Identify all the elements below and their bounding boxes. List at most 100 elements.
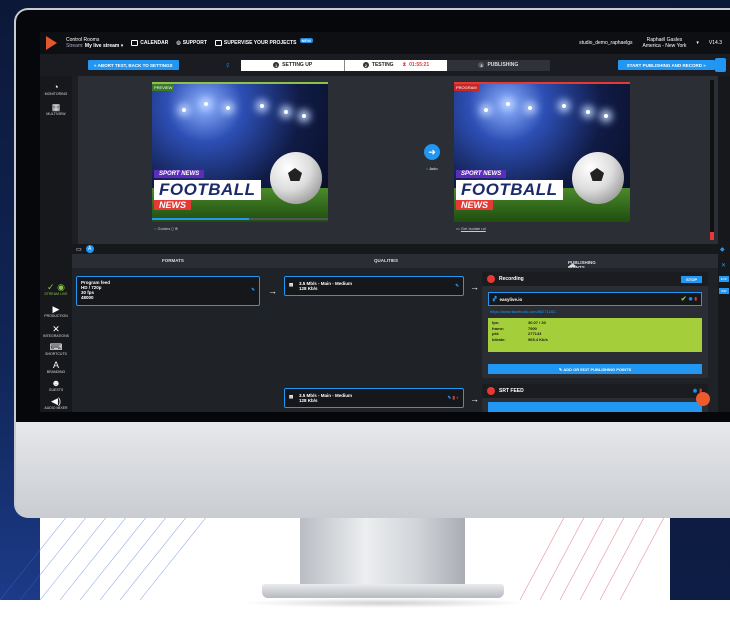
- chevron-down-icon: ▾: [120, 43, 124, 49]
- support-button[interactable]: ◎ SUPPORT: [176, 40, 207, 46]
- publishing-panel: Program feed HD / 720p 30 fps 48000 ✎ → …: [72, 268, 718, 412]
- eye-icon[interactable]: ◉: [689, 296, 693, 302]
- step-publishing[interactable]: 3 PUBLISHING: [446, 59, 550, 71]
- sidebar-item-label: AUDIO MIXER: [44, 406, 68, 410]
- qualities-header: QUALITIES: [374, 258, 399, 263]
- edit-icon[interactable]: ✎: [447, 395, 451, 400]
- srt-bar: [488, 402, 702, 412]
- sidebar-item-monitoring[interactable]: ◔ MONITORING: [40, 82, 72, 96]
- recording-stats: fps: 30.07 / 30 frame: 7900 pkt: 277143 bit…: [488, 318, 702, 352]
- toggle-icon[interactable]: ◐: [456, 395, 459, 400]
- stop-button[interactable]: STOP: [681, 275, 702, 283]
- monitor-stand: [300, 518, 465, 590]
- stat-key: bitrate:: [492, 336, 506, 342]
- sidebar-item-audio-mixer[interactable]: ◀) AUDIO MIXER: [40, 396, 72, 410]
- audio-meter: [710, 80, 714, 240]
- arrow-right-icon: →: [470, 394, 479, 404]
- step-testing[interactable]: 2 TESTING ⧗ 01:55:21: [344, 59, 447, 71]
- sidebar-item-shortcuts[interactable]: ⌨ SHORTCUTS: [40, 342, 72, 356]
- monitor-chin: [16, 422, 730, 518]
- import-button[interactable]: IMP.: [719, 288, 729, 294]
- studio-selector[interactable]: studio_demo_raphaelgs: [579, 40, 632, 46]
- step-label: TESTING: [371, 62, 394, 68]
- new-badge: NEW: [299, 37, 313, 43]
- test-timer: 01:55:21: [409, 62, 430, 68]
- file-icon: ▤: [289, 282, 294, 287]
- sidebar-item-multiview[interactable]: ▦ MULTIVIEW: [40, 102, 72, 116]
- formats-header: FORMATS: [162, 258, 184, 263]
- keyboard-icon: ⌨: [49, 342, 63, 352]
- sidebar-item-label: SHORTCUTS: [45, 352, 67, 356]
- add-publishing-points-button[interactable]: ✎ ADD OR EDIT PUBLISHING POINTS: [488, 364, 702, 374]
- top-bar: Control Rooms Stream: My live stream ▾ C…: [40, 32, 730, 54]
- help-fab-button[interactable]: [696, 392, 710, 406]
- logo-icon: ▞: [493, 296, 497, 301]
- program-monitor[interactable]: PROGRAM SPORT NEWS FOOTBALL NEWS: [454, 82, 630, 222]
- format-card[interactable]: Program feed HD / 720p 30 fps 48000 ✎: [76, 276, 260, 306]
- publishing-point-recording: Recording STOP ▞ easylive.io ✔ ◉ ▮ https:…: [482, 272, 708, 378]
- close-icon[interactable]: ✕: [721, 262, 726, 269]
- collapse-handle[interactable]: [72, 76, 78, 244]
- sidebar-item-stream-live[interactable]: ✓ ◉ STREAM LIVE: [40, 282, 72, 296]
- guides-toggle[interactable]: ◐ Guides ▯ ⊕: [154, 226, 178, 231]
- calendar-button[interactable]: CALENDAR: [131, 40, 168, 46]
- app-logo-icon[interactable]: [46, 36, 58, 50]
- dashboard-icon: [214, 40, 222, 46]
- sidebar-item-branding[interactable]: A BRANDING: [40, 360, 72, 374]
- preview-monitor[interactable]: PREVIEW SPORT NEWS FOOTBALL NEWS: [152, 82, 328, 222]
- camera-icon: ▶: [52, 304, 60, 314]
- edit-icon[interactable]: ✎: [251, 287, 255, 292]
- stream-name: My live stream: [84, 43, 120, 49]
- sidebar-item-production[interactable]: ▶ PRODUCTION: [40, 304, 72, 318]
- football-image: [572, 152, 624, 204]
- sidebar-item-guests[interactable]: ☻ GUESTS: [40, 378, 72, 392]
- quality-card[interactable]: ▤ 3.5 Mb/s - Main - Medium 128 Kb/s ✎ ▮ …: [284, 388, 464, 408]
- destination-row[interactable]: ▞ easylive.io ✔ ◉ ▮: [488, 292, 702, 306]
- edit-icon[interactable]: ✎: [455, 283, 459, 288]
- take-arrow-button[interactable]: ➜: [424, 144, 440, 160]
- export-button[interactable]: EXP.: [719, 276, 729, 282]
- grid-icon: ▦: [51, 102, 61, 112]
- panel-icon[interactable]: ▭: [76, 246, 82, 253]
- quality-card[interactable]: ▤ 3.5 Mb/s - Main - Medium 128 Kb/s ✎: [284, 276, 464, 296]
- text-icon[interactable]: A: [85, 245, 94, 253]
- auto-toggle[interactable]: ◐ Auto: [426, 166, 438, 171]
- room-selector[interactable]: Control Rooms Stream: My live stream ▾: [66, 37, 123, 49]
- step-number: 1: [273, 62, 280, 68]
- chevron-down-icon[interactable]: ▾: [696, 40, 699, 46]
- preview-tag: PREVIEW: [152, 84, 175, 91]
- sidebar-item-label: MULTIVIEW: [46, 112, 66, 116]
- sidebar-item-integrations[interactable]: ✕ INTEGRATIONS: [40, 324, 72, 338]
- isolate-link[interactable]: ▭ Get Isolate url: [456, 226, 486, 231]
- gauge-icon: ◔: [53, 82, 59, 92]
- panel-toolbar: ▭ A: [72, 244, 718, 254]
- lower-third-line2: FOOTBALL: [154, 180, 261, 200]
- guides-label: Guides: [157, 226, 171, 231]
- eye-icon[interactable]: ◉: [693, 388, 697, 394]
- user-menu[interactable]: Raphaël Gasles America - New York: [643, 37, 687, 49]
- stand-shadow: [240, 598, 530, 608]
- left-sidebar: ◔ MONITORING ▦ MULTIVIEW ✓ ◉ STREAM LIVE ▶ P…: [40, 76, 72, 412]
- quality-audio: 128 Kb/s: [299, 398, 318, 403]
- abort-test-button[interactable]: « ABORT TEST, BACK TO SETTINGS: [88, 60, 179, 70]
- destination-url[interactable]: https://www.facebook.com/86271182...: [490, 309, 558, 314]
- lower-third-line1: SPORT NEWS: [154, 170, 205, 178]
- check-icon: ✔: [680, 296, 687, 303]
- chat-icon[interactable]: [714, 58, 726, 72]
- stat-value: 965.4 Kb/s: [528, 336, 548, 342]
- step-setting-up[interactable]: 1 SETTING UP: [241, 59, 345, 71]
- add-publishing-label: ADD OR EDIT PUBLISHING POINTS: [563, 366, 632, 372]
- layers-icon[interactable]: ◆: [720, 246, 725, 253]
- lightbulb-icon[interactable]: ♀: [225, 60, 232, 70]
- step-label: PUBLISHING: [487, 62, 519, 68]
- monitor-base: [262, 584, 504, 598]
- sidebar-item-label: MONITORING: [44, 92, 68, 96]
- signal-icon: ✓ ◉: [47, 282, 65, 292]
- supervise-button[interactable]: SUPERVISE YOUR PROJECTS NEW: [214, 37, 313, 46]
- trash-icon[interactable]: ▮: [453, 395, 455, 400]
- isolate-label: Get Isolate url: [460, 226, 486, 231]
- step-bar: « ABORT TEST, BACK TO SETTINGS ♀ 1 SETTIN…: [40, 54, 730, 76]
- trash-icon[interactable]: ▮: [695, 296, 697, 302]
- start-publishing-button[interactable]: START PUBLISHING AND RECORD »: [617, 60, 715, 70]
- lower-third-line1: SPORT NEWS: [456, 170, 507, 178]
